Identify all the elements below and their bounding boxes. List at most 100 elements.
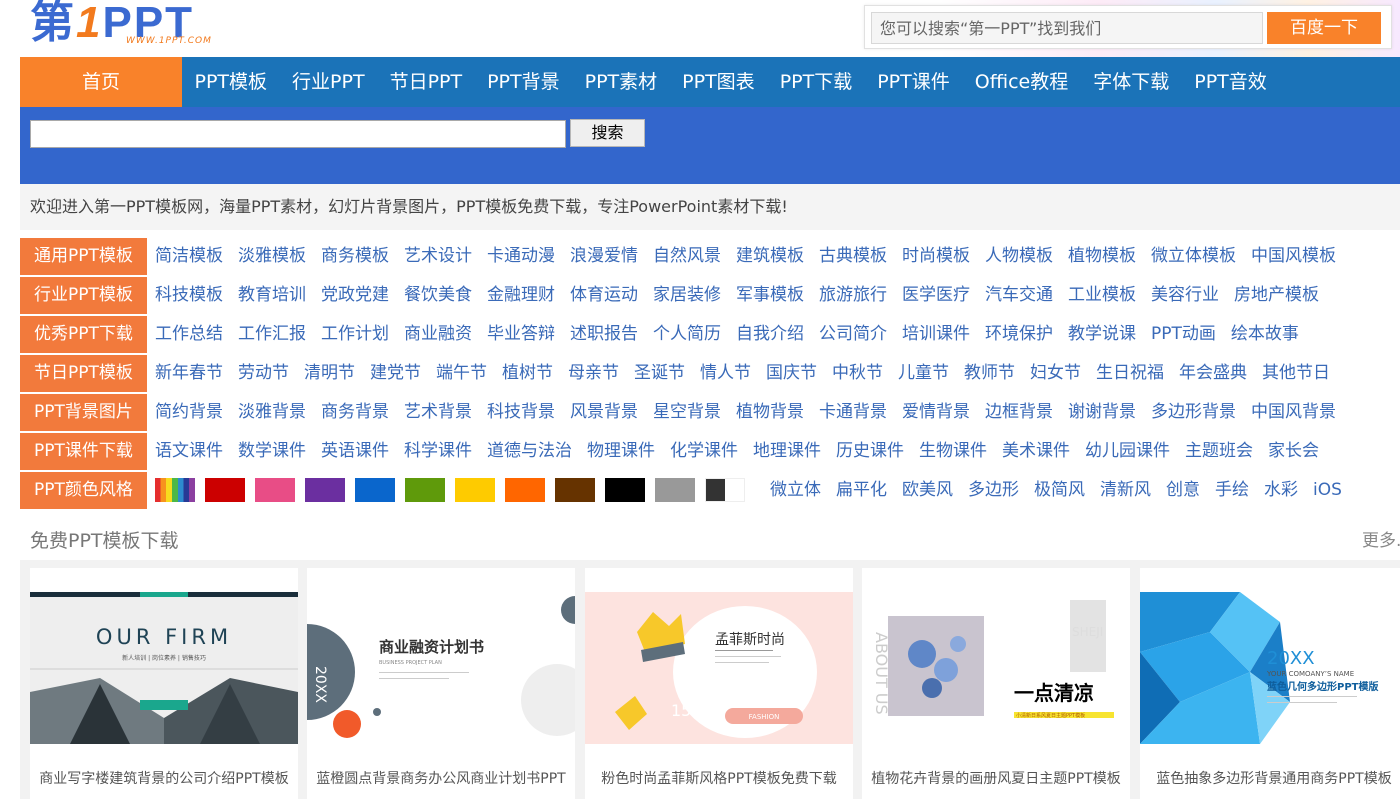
template-caption[interactable]: 蓝橙圆点背景商务办公风商业计划书PPT	[307, 768, 575, 788]
category-link[interactable]: 谢谢背景	[1068, 394, 1151, 431]
category-link[interactable]: 房地产模板	[1234, 277, 1334, 314]
color-swatch[interactable]	[355, 478, 395, 502]
style-link[interactable]: 欧美风	[902, 472, 968, 509]
site-search-input[interactable]	[30, 120, 566, 148]
nav-item[interactable]: Office教程	[962, 57, 1080, 107]
category-link[interactable]: 卡通背景	[819, 394, 902, 431]
category-link[interactable]: 人物模板	[985, 238, 1068, 275]
category-link[interactable]: 教学说课	[1068, 316, 1151, 353]
template-card[interactable]: OUR FIRM 新人培训 | 岗位素养 | 销售技巧 商业写字楼建筑背景的公司…	[30, 568, 298, 799]
category-label[interactable]: 行业PPT模板	[20, 277, 147, 314]
category-link[interactable]: 植物背景	[736, 394, 819, 431]
category-link[interactable]: 妇女节	[1030, 355, 1096, 392]
template-thumbnail[interactable]: 孟菲斯时尚 FASHION 15	[585, 592, 853, 744]
category-link[interactable]: 美术课件	[1002, 433, 1085, 470]
category-link[interactable]: 旅游旅行	[819, 277, 902, 314]
category-link[interactable]: 劳动节	[238, 355, 304, 392]
color-swatch[interactable]	[405, 478, 445, 502]
category-link[interactable]: 教育培训	[238, 277, 321, 314]
category-link[interactable]: 数学课件	[238, 433, 321, 470]
category-link[interactable]: 历史课件	[836, 433, 919, 470]
style-link[interactable]: 微立体	[770, 472, 836, 509]
category-link[interactable]: 军事模板	[736, 277, 819, 314]
style-link[interactable]: 水彩	[1264, 472, 1313, 509]
category-link[interactable]: 中国风背景	[1251, 394, 1351, 431]
category-link[interactable]: 边框背景	[985, 394, 1068, 431]
category-link[interactable]: 医学医疗	[902, 277, 985, 314]
color-swatch[interactable]	[605, 478, 645, 502]
style-link[interactable]: iOS	[1313, 472, 1357, 509]
category-link[interactable]: 爱情背景	[902, 394, 985, 431]
category-link[interactable]: 道德与法治	[487, 433, 587, 470]
category-link[interactable]: 微立体模板	[1151, 238, 1251, 275]
category-link[interactable]: 自然风景	[653, 238, 736, 275]
template-caption[interactable]: 粉色时尚孟菲斯风格PPT模板免费下载	[585, 768, 853, 788]
style-link[interactable]: 手绘	[1215, 472, 1264, 509]
template-card[interactable]: ABOUT US SHEJI 一点清凉 小清新日系风夏日主题PPT模板 植物花卉…	[862, 568, 1130, 799]
category-link[interactable]: 工作总结	[155, 316, 238, 353]
category-link[interactable]: 儿童节	[898, 355, 964, 392]
baidu-search-input[interactable]	[871, 12, 1263, 44]
baidu-search-button[interactable]: 百度一下	[1267, 12, 1381, 44]
style-link[interactable]: 多边形	[968, 472, 1034, 509]
template-card[interactable]: 20XX YOUR COMOANY’S NAME 蓝色几何多边形PPT模版 蓝色…	[1140, 568, 1400, 799]
category-link[interactable]: 生日祝福	[1096, 355, 1179, 392]
category-link[interactable]: 科技背景	[487, 394, 570, 431]
category-link[interactable]: 环境保护	[985, 316, 1068, 353]
category-link[interactable]: 简约背景	[155, 394, 238, 431]
template-card[interactable]: 孟菲斯时尚 FASHION 15 粉色时尚孟菲斯风格PPT模板免费下载	[585, 568, 853, 799]
template-card[interactable]: 20XX 商业融资计划书 BUSINESS PROJECT PLAN 蓝橙圆点背…	[307, 568, 575, 799]
category-link[interactable]: 体育运动	[570, 277, 653, 314]
template-thumbnail[interactable]: 20XX YOUR COMOANY’S NAME 蓝色几何多边形PPT模版	[1140, 592, 1400, 744]
category-link[interactable]: 古典模板	[819, 238, 902, 275]
category-link[interactable]: 公司简介	[819, 316, 902, 353]
category-label[interactable]: PPT课件下载	[20, 433, 147, 470]
category-link[interactable]: 培训课件	[902, 316, 985, 353]
category-link[interactable]: 商务背景	[321, 394, 404, 431]
site-search-button[interactable]: 搜索	[570, 119, 645, 147]
category-link[interactable]: 主题班会	[1185, 433, 1268, 470]
template-thumbnail[interactable]: ABOUT US SHEJI 一点清凉 小清新日系风夏日主题PPT模板	[862, 592, 1130, 744]
nav-item[interactable]: 节日PPT	[377, 57, 475, 107]
category-link[interactable]: 自我介绍	[736, 316, 819, 353]
category-link[interactable]: 教师节	[964, 355, 1030, 392]
color-swatch[interactable]	[555, 478, 595, 502]
category-link[interactable]: 新年春节	[155, 355, 238, 392]
category-link[interactable]: 端午节	[436, 355, 502, 392]
category-link[interactable]: 植物模板	[1068, 238, 1151, 275]
category-link[interactable]: 个人简历	[653, 316, 736, 353]
nav-item[interactable]: PPT音效	[1182, 57, 1280, 107]
nav-item[interactable]: PPT背景	[475, 57, 573, 107]
category-link[interactable]: 多边形背景	[1151, 394, 1251, 431]
category-label[interactable]: 优秀PPT下载	[20, 316, 147, 353]
category-link[interactable]: 其他节日	[1262, 355, 1345, 392]
site-logo[interactable]: 第1PPT WWW.1PPT.COM	[30, 0, 250, 50]
category-link[interactable]: 淡雅背景	[238, 394, 321, 431]
category-link[interactable]: 星空背景	[653, 394, 736, 431]
category-link[interactable]: 情人节	[700, 355, 766, 392]
category-link[interactable]: 毕业答辩	[487, 316, 570, 353]
category-link[interactable]: 生物课件	[919, 433, 1002, 470]
color-swatch[interactable]	[505, 478, 545, 502]
category-link[interactable]: 家居装修	[653, 277, 736, 314]
template-caption[interactable]: 植物花卉背景的画册风夏日主题PPT模板	[862, 768, 1130, 788]
category-link[interactable]: 餐饮美食	[404, 277, 487, 314]
color-swatch[interactable]	[205, 478, 245, 502]
nav-item[interactable]: PPT素材	[572, 57, 670, 107]
category-link[interactable]: 物理课件	[587, 433, 670, 470]
style-link[interactable]: 清新风	[1100, 472, 1166, 509]
category-link[interactable]: 中国风模板	[1251, 238, 1351, 275]
category-link[interactable]: 商务模板	[321, 238, 404, 275]
nav-home[interactable]: 首页	[20, 57, 182, 107]
category-link[interactable]: 年会盛典	[1179, 355, 1262, 392]
category-link[interactable]: 艺术背景	[404, 394, 487, 431]
category-link[interactable]: 汽车交通	[985, 277, 1068, 314]
more-link[interactable]: 更多...	[1362, 520, 1400, 562]
category-link[interactable]: 建党节	[370, 355, 436, 392]
category-link[interactable]: 风景背景	[570, 394, 653, 431]
category-link[interactable]: 圣诞节	[634, 355, 700, 392]
nav-item[interactable]: PPT模板	[182, 57, 280, 107]
category-link[interactable]: 植树节	[502, 355, 568, 392]
category-label[interactable]: PPT背景图片	[20, 394, 147, 431]
color-swatch[interactable]	[255, 478, 295, 502]
